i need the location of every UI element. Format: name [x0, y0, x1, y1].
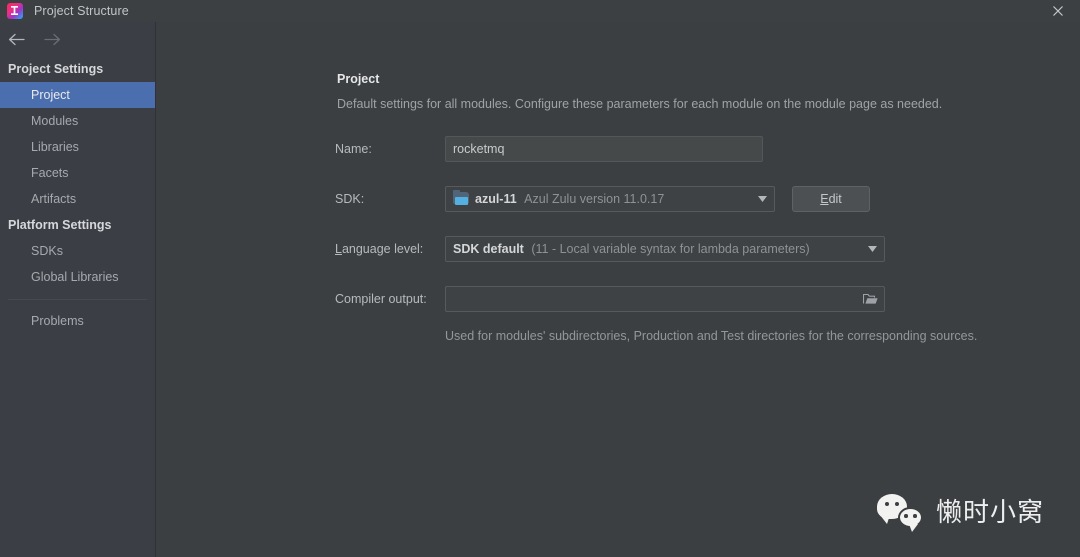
project-name-input[interactable]: rocketmq	[445, 136, 763, 162]
sdk-value-primary: azul-11	[475, 192, 517, 206]
compiler-output-hint: Used for modules' subdirectories, Produc…	[445, 329, 978, 343]
name-label: Name:	[335, 142, 372, 156]
project-name-value: rocketmq	[453, 142, 505, 156]
edit-sdk-button[interactable]: Edit	[792, 186, 870, 212]
compiler-output-input[interactable]	[445, 286, 885, 312]
edit-button-mnemonic: E	[820, 192, 829, 206]
sidebar-item-sdks[interactable]: SDKs	[0, 238, 155, 264]
project-structure-window: Project Structure Project Settings Proje…	[0, 0, 1080, 557]
sidebar-item-problems[interactable]: Problems	[0, 308, 155, 334]
arrow-left-icon[interactable]	[6, 29, 26, 49]
intellij-idea-icon	[7, 3, 23, 19]
sidebar-item-project[interactable]: Project	[0, 82, 155, 108]
sdk-value-secondary: Azul Zulu version 11.0.17	[524, 192, 665, 206]
wechat-watermark: 懒时小窝	[876, 492, 1044, 532]
sidebar-group-project-settings: Project Settings	[8, 62, 104, 76]
page-title: Project	[337, 72, 380, 86]
language-level-value-secondary: (11 - Local variable syntax for lambda p…	[531, 242, 810, 256]
settings-sidebar: Project Settings Project Modules Librari…	[0, 22, 156, 557]
sidebar-divider	[8, 299, 147, 300]
page-subtitle: Default settings for all modules. Config…	[337, 97, 943, 111]
window-body: Project Settings Project Modules Librari…	[0, 22, 1080, 557]
language-level-value-primary: SDK default	[453, 242, 524, 256]
sidebar-item-libraries[interactable]: Libraries	[0, 134, 155, 160]
sidebar-group-platform-settings: Platform Settings	[8, 218, 112, 232]
edit-button-rest: dit	[828, 192, 842, 206]
sdk-row: SDK: azul-11 Azul Zulu version 11.0.17 E…	[156, 183, 1080, 215]
chevron-down-icon[interactable]	[752, 196, 772, 202]
wechat-logo-icon	[876, 493, 923, 532]
sdk-label: SDK:	[335, 192, 365, 206]
jdk-folder-icon	[453, 190, 469, 206]
sidebar-item-modules[interactable]: Modules	[0, 108, 155, 134]
language-level-row: Language level: SDK default (11 - Local …	[156, 233, 1080, 265]
name-row: Name: rocketmq	[156, 133, 1080, 165]
sidebar-item-facets[interactable]: Facets	[0, 160, 155, 186]
project-settings-panel: Project Default settings for all modules…	[156, 22, 1080, 557]
title-bar: Project Structure	[0, 0, 1080, 22]
language-level-dropdown[interactable]: SDK default (11 - Local variable syntax …	[445, 236, 885, 262]
language-level-label: Language level:	[335, 242, 424, 256]
navigation-toolbar	[0, 22, 155, 56]
watermark-text: 懒时小窝	[935, 498, 1044, 528]
sidebar-item-global-libraries[interactable]: Global Libraries	[0, 264, 155, 290]
compiler-output-label: Compiler output:	[335, 292, 427, 306]
folder-open-icon[interactable]	[859, 293, 881, 305]
window-title: Project Structure	[34, 4, 129, 18]
sdk-dropdown[interactable]: azul-11 Azul Zulu version 11.0.17	[445, 186, 775, 212]
sidebar-item-artifacts[interactable]: Artifacts	[0, 186, 155, 212]
project-form: Name: rocketmq SDK: azul-11 Azul Zulu ve…	[156, 133, 1080, 343]
chevron-down-icon[interactable]	[862, 246, 882, 252]
compiler-output-row: Compiler output:	[156, 283, 1080, 315]
close-icon[interactable]	[1035, 0, 1080, 22]
arrow-right-icon[interactable]	[42, 29, 62, 49]
